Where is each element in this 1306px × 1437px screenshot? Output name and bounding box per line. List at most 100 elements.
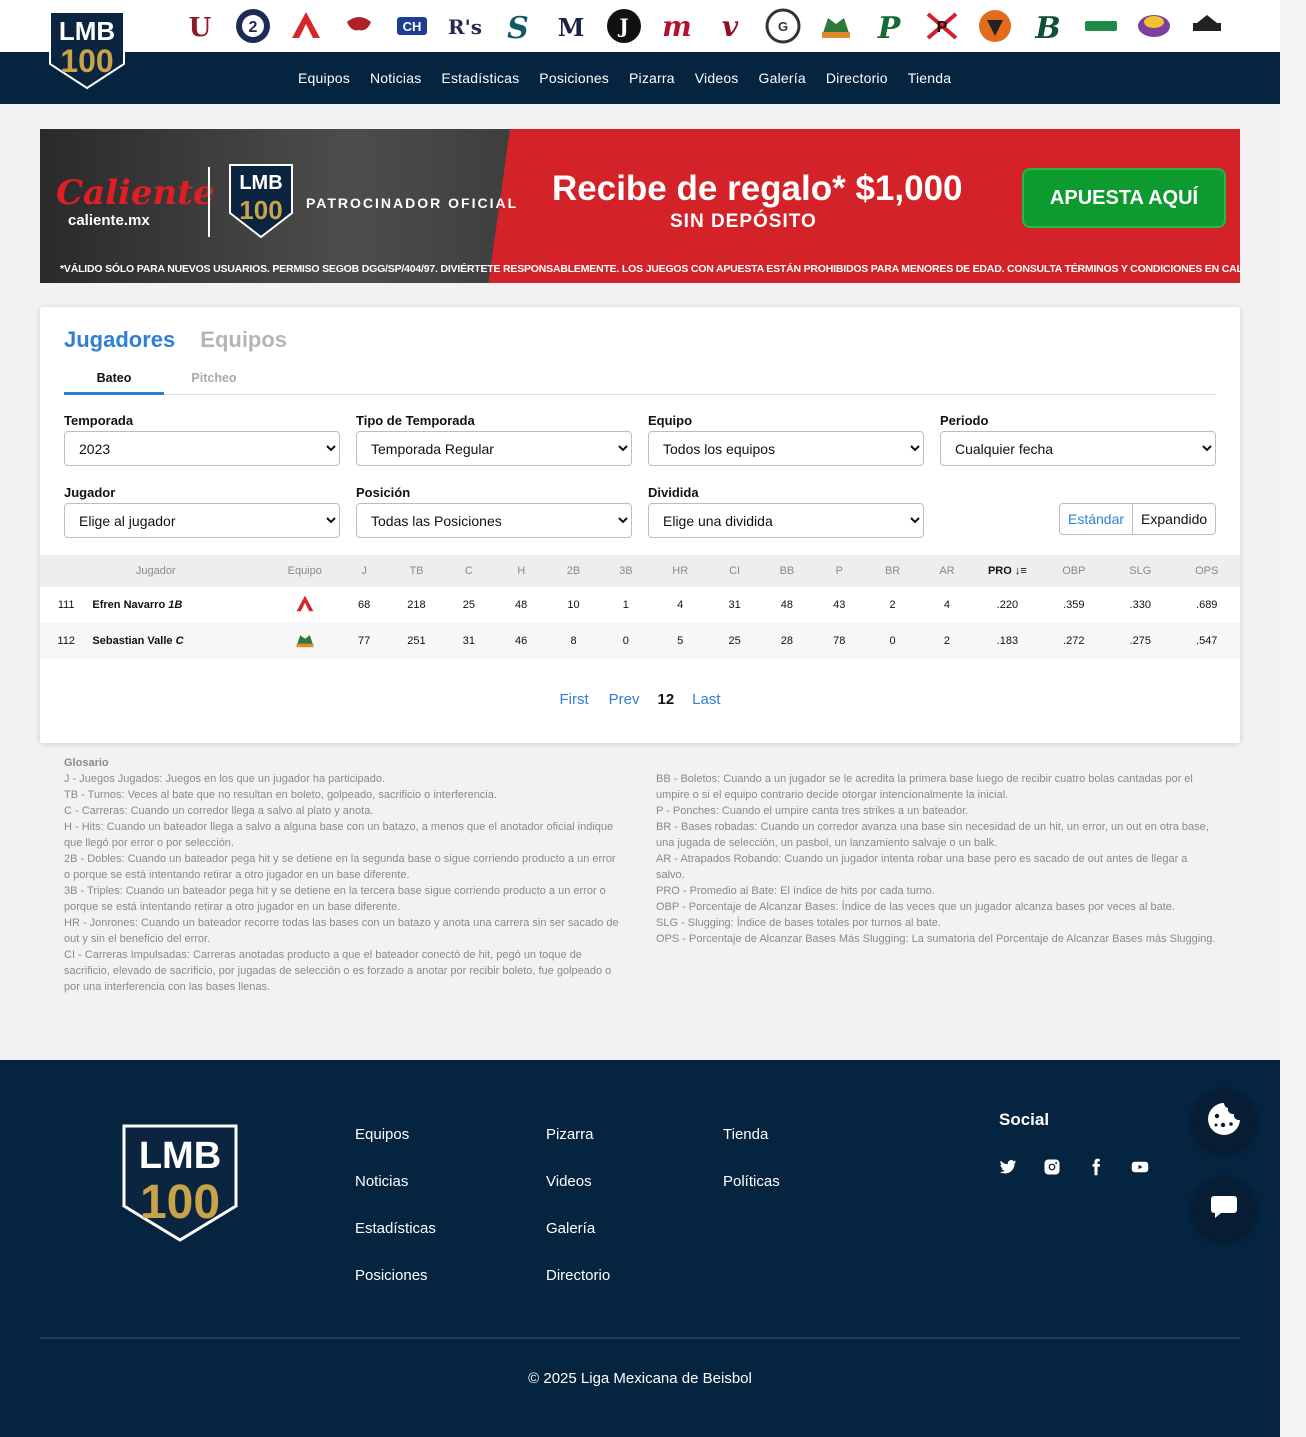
glossary-entry: H - Hits: Cuando un bateador llega a sal…: [64, 821, 614, 849]
tab-bateo[interactable]: Bateo: [64, 371, 164, 395]
footer-link-posiciones[interactable]: Posiciones: [355, 1267, 436, 1285]
periodo-select[interactable]: Cualquier fecha: [940, 431, 1216, 466]
posicion-select[interactable]: Todas las Posiciones: [356, 503, 632, 538]
footer-link-estadisticas[interactable]: Estadísticas: [355, 1220, 436, 1238]
nav-galeria[interactable]: Galería: [749, 70, 816, 86]
queretaro-logo[interactable]: [1074, 0, 1127, 52]
scrollbar[interactable]: [1280, 0, 1306, 1437]
footer-link-noticias[interactable]: Noticias: [355, 1173, 436, 1191]
column-header-h[interactable]: H: [495, 555, 548, 587]
olmecas-logo[interactable]: v: [703, 0, 756, 52]
durango-logo[interactable]: [1180, 0, 1233, 52]
temporada-select[interactable]: 2023: [64, 431, 340, 466]
column-header-br[interactable]: BR: [865, 555, 920, 587]
tipo-temporada-select[interactable]: Temporada Regular: [356, 431, 632, 466]
leones-logo[interactable]: [809, 0, 862, 52]
diablos-logo[interactable]: M: [544, 0, 597, 52]
main-tabs: Jugadores Equipos: [64, 327, 287, 353]
bravos-logo[interactable]: B: [1021, 0, 1074, 52]
svg-text:P: P: [876, 11, 901, 46]
standard-view-button[interactable]: Estándar: [1059, 503, 1134, 535]
toros-logo[interactable]: [332, 0, 385, 52]
last-page-link[interactable]: Last: [682, 691, 730, 708]
acereros-logo[interactable]: [272, 587, 338, 623]
twitter-icon[interactable]: [999, 1158, 1017, 1176]
tigres-logo[interactable]: [968, 0, 1021, 52]
column-header-ops[interactable]: OPS: [1173, 555, 1240, 587]
footer-link-pizarra[interactable]: Pizarra: [546, 1126, 610, 1144]
player-cell[interactable]: Efren Navarro 1B: [92, 587, 271, 623]
footer-link-galeria[interactable]: Galería: [546, 1220, 610, 1238]
column-header-3b[interactable]: 3B: [599, 555, 653, 587]
table-row[interactable]: 111 Efren Navarro 1B 68 218 25 48 10 1 4 31 48 43 2 4…: [40, 587, 1240, 623]
youtube-icon[interactable]: [1131, 1158, 1149, 1176]
column-header-slg[interactable]: SLG: [1107, 555, 1174, 587]
lmb-logo[interactable]: LMB 100: [46, 6, 128, 90]
nav-directorio[interactable]: Directorio: [816, 70, 898, 86]
footer-link-politicas[interactable]: Políticas: [723, 1173, 780, 1191]
leones-logo[interactable]: [271, 623, 338, 659]
expanded-view-button[interactable]: Expandido: [1133, 503, 1217, 535]
column-header-jugador[interactable]: Jugador: [40, 555, 272, 587]
tab-equipos[interactable]: Equipos: [200, 327, 287, 353]
tab-pitcheo[interactable]: Pitcheo: [164, 371, 264, 394]
column-header-c[interactable]: C: [442, 555, 495, 587]
dividida-select[interactable]: Elige una dividida: [648, 503, 924, 538]
nav-pizarra[interactable]: Pizarra: [619, 70, 685, 86]
filter-label: Periodo: [940, 413, 989, 428]
pagination: First Prev 12 Last: [40, 691, 1240, 708]
first-page-link[interactable]: First: [549, 691, 598, 708]
footer-link-equipos[interactable]: Equipos: [355, 1126, 436, 1144]
column-header-ci[interactable]: CI: [708, 555, 761, 587]
nav-tienda[interactable]: Tienda: [898, 70, 962, 86]
mariachis-logo[interactable]: m: [650, 0, 703, 52]
nav-posiciones[interactable]: Posiciones: [529, 70, 619, 86]
jugador-select[interactable]: Elige al jugador: [64, 503, 340, 538]
column-header-tb[interactable]: TB: [390, 555, 443, 587]
column-header-obp[interactable]: OBP: [1040, 555, 1108, 587]
tab-jugadores[interactable]: Jugadores: [64, 327, 175, 353]
table-row[interactable]: 112 Sebastian Valle C 77 251 31 46 8 0 5 25 28 78 0 2…: [40, 623, 1240, 659]
column-header-ar[interactable]: AR: [919, 555, 975, 587]
piratas-logo[interactable]: P: [915, 0, 968, 52]
acereros-logo[interactable]: [279, 0, 332, 52]
player-position: C: [175, 635, 184, 647]
column-header-p[interactable]: P: [813, 555, 866, 587]
column-header-equipo[interactable]: Equipo: [271, 555, 338, 587]
footer-link-videos[interactable]: Videos: [546, 1173, 610, 1191]
generales-logo[interactable]: J: [597, 0, 650, 52]
sultanes-logo[interactable]: S: [491, 0, 544, 52]
nav-videos[interactable]: Videos: [685, 70, 749, 86]
column-header-pro[interactable]: PRO ↓≡: [974, 555, 1041, 587]
bet-now-button[interactable]: APUESTA AQUÍ: [1022, 168, 1226, 228]
facebook-icon[interactable]: [1087, 1158, 1105, 1176]
sponsor-banner[interactable]: Caliente caliente.mx LMB 100 PATROCINADO…: [40, 129, 1240, 283]
player-cell[interactable]: Sebastian Valle C: [92, 623, 272, 659]
column-header-j[interactable]: J: [337, 555, 391, 587]
filter-label: Temporada: [64, 413, 134, 428]
column-header-bb[interactable]: BB: [760, 555, 814, 587]
ul-logo[interactable]: U: [173, 0, 226, 52]
instagram-icon[interactable]: [1043, 1158, 1061, 1176]
guerreros-logo[interactable]: G: [756, 0, 809, 52]
footer-links-col-2: Pizarra Videos Galería Directorio: [546, 1126, 610, 1285]
nav-noticias[interactable]: Noticias: [360, 70, 431, 86]
nav-equipos[interactable]: Equipos: [288, 70, 360, 86]
footer-lmb-logo[interactable]: LMB 100: [118, 1120, 242, 1251]
column-header-2b[interactable]: 2B: [547, 555, 600, 587]
saraperos-logo[interactable]: R's: [438, 0, 491, 52]
aguila-logo[interactable]: [1127, 0, 1180, 52]
pericos-logo[interactable]: P: [862, 0, 915, 52]
chat-button[interactable]: [1192, 1177, 1256, 1241]
rieleros-logo[interactable]: CH: [385, 0, 438, 52]
social-title: Social: [999, 1110, 1050, 1129]
nav-estadisticas[interactable]: Estadísticas: [431, 70, 529, 86]
footer-link-tienda[interactable]: Tienda: [723, 1126, 780, 1144]
column-header-hr[interactable]: HR: [652, 555, 709, 587]
stats-table: Jugador Equipo J TB C H 2B 3B HR CI BB P BR AR PRO ↓≡ O…: [40, 555, 1240, 659]
cookie-settings-button[interactable]: [1192, 1089, 1256, 1153]
prev-page-link[interactable]: Prev: [599, 691, 650, 708]
tecolotes-logo[interactable]: 2: [226, 0, 279, 52]
footer-link-directorio[interactable]: Directorio: [546, 1267, 610, 1285]
equipo-select[interactable]: Todos los equipos: [648, 431, 924, 466]
